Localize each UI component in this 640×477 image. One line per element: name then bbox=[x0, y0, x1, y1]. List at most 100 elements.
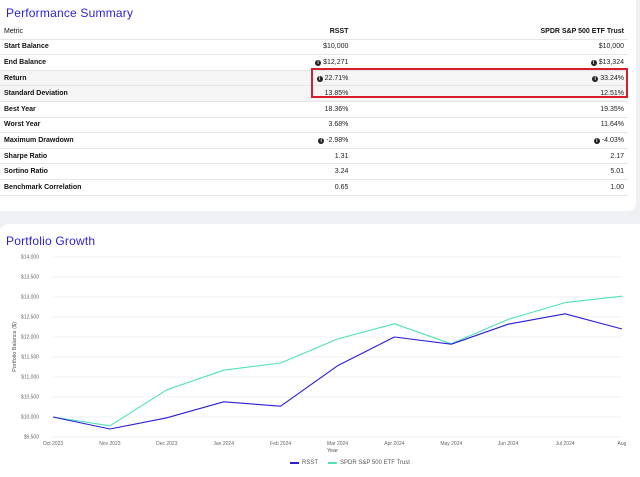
rsst-cell-value: 3.68% bbox=[328, 121, 349, 129]
x-tick-label: May 2024 bbox=[440, 441, 462, 447]
rsst-cell: $10,000 bbox=[228, 39, 353, 56]
metric-cell-value: Benchmark Correlation bbox=[4, 183, 82, 191]
rsst-cell-value: 1.31 bbox=[334, 152, 349, 160]
spy-cell-value: 19.35% bbox=[600, 105, 624, 113]
spy-cell: $10,000 bbox=[352, 39, 628, 56]
spy-cell: 2.17 bbox=[352, 148, 628, 165]
legend-label-rsst: RSST bbox=[302, 460, 319, 466]
header-rsst: RSST bbox=[228, 24, 353, 40]
metric-cell: Worst Year bbox=[0, 117, 228, 134]
spy-cell: 11.64% bbox=[352, 117, 628, 134]
info-icon[interactable]: i bbox=[593, 137, 600, 144]
metric-cell: Return bbox=[0, 70, 228, 87]
metric-cell-value: Sortino Ratio bbox=[4, 168, 48, 176]
x-tick-label: Feb 2024 bbox=[270, 441, 291, 447]
header-spy: SPDR S&P 500 ETF Trust bbox=[352, 24, 628, 40]
portfolio-growth-chart: $9,500 $10,000 $10,500 $11,000 $11,500 $12,00… bbox=[12, 255, 627, 454]
performance-table-body: Start Balance $10,000 $10,000 End Balance i $… bbox=[0, 39, 628, 196]
metric-cell: Benchmark Correlation bbox=[0, 179, 228, 196]
header-metric: Metric bbox=[0, 24, 228, 40]
y-tick-label: $12,000 bbox=[21, 335, 39, 341]
metric-cell-value: Sharpe Ratio bbox=[4, 152, 48, 160]
legend-item-spy[interactable]: SPDR S&P 500 ETF Trust bbox=[328, 460, 410, 466]
metric-cell: Sortino Ratio bbox=[0, 163, 228, 180]
info-icon[interactable]: i bbox=[315, 59, 322, 66]
metric-cell: Standard Deviation bbox=[0, 85, 228, 102]
table-header-row: Metric RSST SPDR S&P 500 ETF Trust bbox=[0, 24, 628, 40]
metric-cell-value: Return bbox=[4, 74, 27, 82]
x-tick-label: Mar 2024 bbox=[327, 441, 348, 447]
metric-cell-value: Worst Year bbox=[4, 121, 41, 129]
x-tick-label: Nov 2023 bbox=[99, 441, 121, 447]
table-row: Maximum Drawdown i -2.98% i -4.03% bbox=[0, 132, 628, 149]
series-line bbox=[52, 295, 623, 427]
spy-cell: i -4.03% bbox=[352, 132, 628, 149]
rsst-cell-value: 0.65 bbox=[334, 183, 349, 191]
table-row: Best Year 18.36% 19.35% bbox=[0, 101, 628, 118]
y-tick-label: $11,000 bbox=[21, 375, 39, 381]
return-stddev-highlight-box bbox=[311, 68, 628, 98]
legend-label-spy: SPDR S&P 500 ETF Trust bbox=[340, 460, 410, 466]
metric-cell-value: Maximum Drawdown bbox=[4, 136, 74, 144]
spy-cell-value: -4.03% bbox=[601, 136, 624, 144]
legend-item-rsst[interactable]: RSST bbox=[290, 460, 318, 466]
rsst-cell: 3.24 bbox=[228, 163, 353, 180]
rsst-cell-value: $12,271 bbox=[323, 58, 349, 66]
rsst-cell-value: -2.98% bbox=[326, 136, 349, 144]
y-tick-label: $11,500 bbox=[21, 355, 39, 361]
y-axis-title: Portfolio Balance ($) bbox=[12, 322, 18, 372]
y-tick-label: $9,500 bbox=[24, 435, 40, 441]
rsst-cell: i -2.98% bbox=[228, 132, 353, 149]
metric-cell: Best Year bbox=[0, 101, 228, 118]
x-tick-label: Aug bbox=[618, 441, 627, 447]
metric-cell-value: Standard Deviation bbox=[4, 90, 68, 98]
chart-legend: RSST SPDR S&P 500 ETF Trust bbox=[290, 460, 410, 466]
table-row: Start Balance $10,000 $10,000 bbox=[0, 39, 628, 56]
spy-cell-value: $13,324 bbox=[598, 58, 624, 66]
metric-cell: Start Balance bbox=[0, 39, 228, 56]
spy-cell-value: $10,000 bbox=[598, 43, 624, 51]
metric-cell: End Balance bbox=[0, 54, 228, 71]
x-tick-label: Jun 2024 bbox=[498, 441, 519, 447]
metric-cell-value: Start Balance bbox=[4, 43, 49, 51]
rsst-cell: 18.36% bbox=[228, 101, 353, 118]
spy-cell-value: 1.00 bbox=[610, 183, 624, 191]
info-icon[interactable]: i bbox=[590, 59, 597, 66]
performance-summary-card: Performance Summary Metric RSST SPDR S&P… bbox=[0, 0, 636, 211]
spy-cell-value: 5.01 bbox=[610, 168, 624, 176]
series-line bbox=[52, 313, 623, 430]
performance-table: Metric RSST SPDR S&P 500 ETF Trust Start… bbox=[0, 24, 628, 196]
y-tick-label: $14,000 bbox=[21, 255, 39, 261]
y-tick-label: $10,500 bbox=[21, 395, 39, 401]
table-row: Sortino Ratio 3.24 5.01 bbox=[0, 163, 628, 180]
rsst-cell-value: 3.24 bbox=[334, 168, 349, 176]
table-row: Benchmark Correlation 0.65 1.00 bbox=[0, 179, 628, 196]
y-tick-label: $10,000 bbox=[21, 415, 39, 421]
metric-cell-value: End Balance bbox=[4, 58, 47, 66]
table-row: Sharpe Ratio 1.31 2.17 bbox=[0, 148, 628, 165]
x-tick-label: Jul 2024 bbox=[556, 441, 575, 447]
x-tick-label: Apr 2024 bbox=[384, 441, 405, 447]
y-tick-label: $13,500 bbox=[21, 275, 39, 281]
y-tick-label: $13,000 bbox=[21, 295, 39, 301]
rsst-cell: 0.65 bbox=[228, 179, 353, 196]
legend-swatch-rsst bbox=[290, 462, 299, 464]
performance-summary-title: Performance Summary bbox=[6, 6, 134, 20]
portfolio-growth-card: Portfolio Growth $9,500 $10,000 $10,500 $11… bbox=[0, 224, 640, 477]
metric-cell: Maximum Drawdown bbox=[0, 132, 228, 149]
x-tick-label: Dec 2023 bbox=[156, 441, 178, 447]
rsst-cell: 1.31 bbox=[228, 148, 353, 165]
spy-cell: 19.35% bbox=[352, 101, 628, 118]
y-tick-label: $12,500 bbox=[21, 315, 39, 321]
x-tick-label: Jan 2024 bbox=[213, 441, 234, 447]
metric-cell-value: Best Year bbox=[4, 105, 36, 113]
metric-cell: Sharpe Ratio bbox=[0, 148, 228, 165]
rsst-cell: 3.68% bbox=[228, 117, 353, 134]
x-tick-label: Oct 2023 bbox=[43, 441, 64, 447]
spy-cell-value: 11.64% bbox=[600, 121, 624, 129]
rsst-cell-value: 18.36% bbox=[324, 105, 349, 113]
spy-cell-value: 2.17 bbox=[610, 152, 624, 160]
legend-swatch-spy bbox=[328, 462, 338, 464]
x-axis-title: Year bbox=[327, 448, 338, 454]
info-icon[interactable]: i bbox=[318, 137, 325, 144]
